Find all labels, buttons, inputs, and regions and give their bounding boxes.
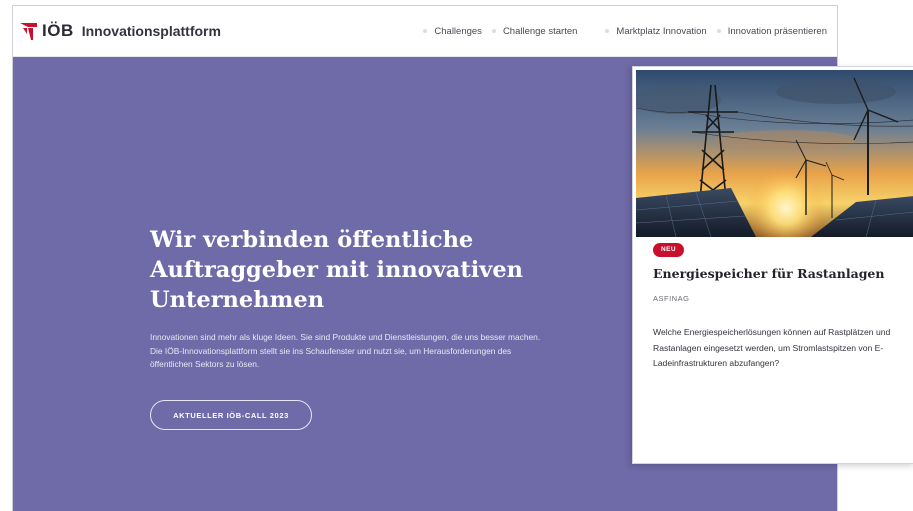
logo-subtitle: Innovationsplattform (81, 23, 221, 39)
nav-item-label: Challenges (434, 25, 482, 37)
nav-item-challenge-starten[interactable]: Challenge starten (491, 25, 578, 37)
hero-title: Wir verbinden öffentliche Auftraggeber m… (150, 227, 524, 313)
nav-item-marktplatz-innovation[interactable]: Marktplatz Innovation (605, 25, 707, 37)
main-navigation: Challenges Challenge starten Marktplatz … (413, 6, 827, 56)
challenge-card[interactable]: NEU Energiespeicher für Rastanlagen ASFI… (632, 66, 913, 464)
flag-logo-icon (20, 23, 37, 40)
nav-item-innovation-praesentieren[interactable]: Innovation präsentieren (716, 25, 827, 37)
energy-landscape-image (636, 70, 913, 237)
bullet-dot-icon (605, 29, 610, 33)
new-badge: NEU (653, 243, 684, 257)
card-title[interactable]: Energiespeicher für Rastanlagen (653, 266, 908, 281)
page: IÖB Innovationsplattform Challenges Chal… (0, 0, 913, 511)
nav-item-challenges[interactable]: Challenges (423, 26, 482, 37)
site-logo[interactable]: IÖB Innovationsplattform (20, 21, 221, 41)
hero-description: Innovationen sind mehr als kluge Ideen. … (150, 332, 541, 369)
nav-item-label: Challenge starten (502, 25, 578, 37)
nav-item-label: Marktplatz Innovation (616, 25, 707, 37)
card-organization: ASFINAG (653, 294, 690, 303)
nav-item-label: Innovation präsentieren (727, 25, 827, 37)
logo-brand-text: IÖB (42, 21, 74, 40)
bullet-dot-icon (716, 29, 721, 33)
bullet-dot-icon (423, 29, 428, 33)
bullet-dot-icon (491, 29, 496, 33)
card-description: Welche Energiespeicherlösungen können au… (653, 327, 891, 368)
current-call-button[interactable]: AKTUELLER IÖB-CALL 2023 (150, 400, 312, 430)
top-navigation-bar: IÖB Innovationsplattform Challenges Chal… (13, 6, 837, 57)
